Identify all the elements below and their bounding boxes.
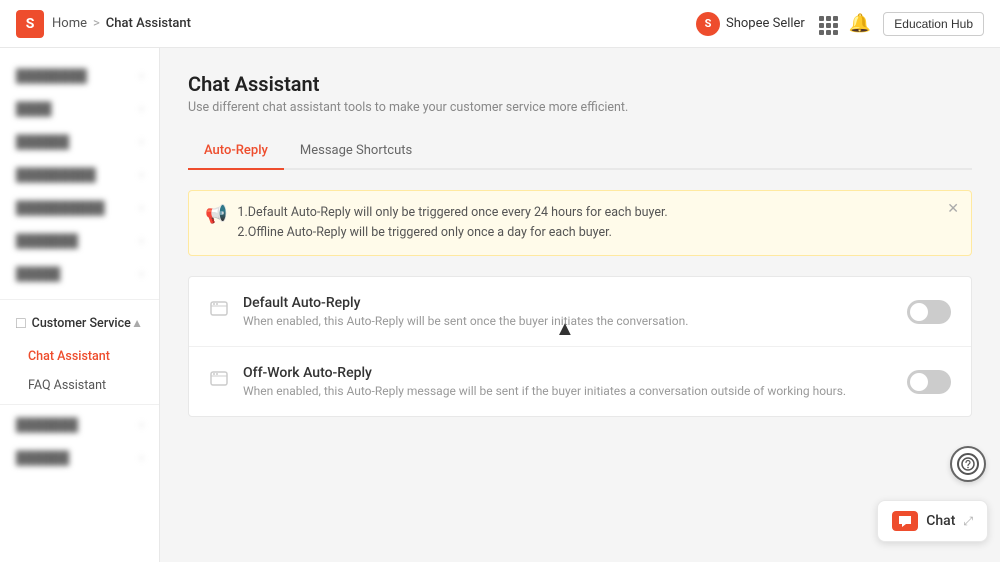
off-work-auto-reply-desc: When enabled, this Auto-Reply message wi… — [243, 384, 907, 398]
sidebar-divider-2 — [0, 404, 159, 405]
alert-line-1: 1.Default Auto-Reply will only be trigge… — [237, 203, 667, 223]
sidebar-item-blurred-7[interactable]: █████› — [0, 258, 159, 291]
header-right: S Shopee Seller 🔔 Education Hub — [696, 12, 984, 36]
shopee-logo[interactable]: S — [16, 10, 44, 38]
header: S Home > Chat Assistant S Shopee Seller … — [0, 0, 1000, 48]
sidebar-item-blurred-5[interactable]: ██████████› — [0, 192, 159, 225]
off-work-auto-reply-icon — [209, 369, 229, 394]
default-auto-reply-row: Default Auto-Reply When enabled, this Au… — [189, 277, 971, 347]
chat-assistant-label: Chat Assistant — [28, 349, 110, 364]
tab-auto-reply[interactable]: Auto-Reply — [188, 135, 284, 170]
tabs: Auto-Reply Message Shortcuts — [188, 135, 972, 170]
layout: ████████› ████› ██████› █████████› █████… — [0, 48, 1000, 562]
alert-text: 1.Default Auto-Reply will only be trigge… — [237, 203, 667, 243]
off-work-auto-reply-row: Off-Work Auto-Reply When enabled, this A… — [189, 347, 971, 416]
sidebar-item-blurred-2[interactable]: ████› — [0, 93, 159, 126]
breadcrumb-separator: > — [93, 16, 100, 31]
sidebar-top-section: ████████› ████› ██████› █████████› █████… — [0, 56, 159, 295]
sidebar-divider — [0, 299, 159, 300]
section-collapse-icon: ▲ — [131, 316, 143, 330]
seller-label: Shopee Seller — [726, 16, 805, 31]
breadcrumb: Home > Chat Assistant — [52, 16, 191, 31]
sidebar-item-blurred-9[interactable]: ██████› — [0, 442, 159, 475]
shopee-seller-badge: S Shopee Seller — [696, 12, 805, 36]
customer-service-icon: □ — [16, 313, 26, 333]
seller-icon: S — [696, 12, 720, 36]
chat-fab-icon — [892, 511, 918, 531]
sidebar-item-blurred-8[interactable]: ███████› — [0, 409, 159, 442]
page-title: Chat Assistant — [188, 72, 972, 96]
apps-grid-icon[interactable] — [817, 14, 837, 34]
default-auto-reply-info: Default Auto-Reply When enabled, this Au… — [243, 295, 907, 328]
help-fab-inner-icon — [957, 453, 979, 475]
sidebar: ████████› ████› ██████› █████████› █████… — [0, 48, 160, 562]
tab-message-shortcuts[interactable]: Message Shortcuts — [284, 135, 428, 170]
page-subtitle: Use different chat assistant tools to ma… — [188, 100, 972, 115]
help-fab-button[interactable] — [950, 446, 986, 482]
customer-service-label: Customer Service — [32, 316, 131, 331]
breadcrumb-current: Chat Assistant — [106, 16, 191, 31]
main-content: Chat Assistant Use different chat assist… — [160, 48, 1000, 562]
faq-assistant-label: FAQ Assistant — [28, 378, 106, 393]
sidebar-item-blurred-6[interactable]: ███████› — [0, 225, 159, 258]
sidebar-item-faq-assistant[interactable]: FAQ Assistant — [0, 371, 159, 400]
default-auto-reply-desc: When enabled, this Auto-Reply will be se… — [243, 314, 907, 328]
alert-line-2: 2.Offline Auto-Reply will be triggered o… — [237, 223, 667, 243]
education-hub-button[interactable]: Education Hub — [883, 12, 984, 36]
sidebar-item-chat-assistant[interactable]: Chat Assistant — [0, 342, 159, 371]
notification-bell-icon[interactable]: 🔔 — [849, 13, 871, 34]
home-link[interactable]: Home — [52, 16, 87, 31]
auto-reply-cards: Default Auto-Reply When enabled, this Au… — [188, 276, 972, 417]
default-auto-reply-title: Default Auto-Reply — [243, 295, 907, 311]
default-auto-reply-icon — [209, 299, 229, 324]
off-work-auto-reply-info: Off-Work Auto-Reply When enabled, this A… — [243, 365, 907, 398]
default-auto-reply-toggle[interactable] — [907, 300, 951, 324]
chat-fab-label: Chat — [926, 513, 955, 529]
chat-fab-expand-icon: ⤢ — [963, 514, 973, 529]
sidebar-item-blurred-3[interactable]: ██████› — [0, 126, 159, 159]
chat-fab-button[interactable]: Chat ⤢ — [877, 500, 988, 542]
sidebar-item-blurred-1[interactable]: ████████› — [0, 60, 159, 93]
sidebar-customer-service-section[interactable]: □ Customer Service ▲ — [0, 304, 159, 342]
off-work-auto-reply-toggle[interactable] — [907, 370, 951, 394]
header-left: S Home > Chat Assistant — [16, 10, 191, 38]
off-work-auto-reply-title: Off-Work Auto-Reply — [243, 365, 907, 381]
sidebar-item-blurred-4[interactable]: █████████› — [0, 159, 159, 192]
alert-banner: 📢 1.Default Auto-Reply will only be trig… — [188, 190, 972, 256]
alert-megaphone-icon: 📢 — [205, 204, 227, 225]
alert-close-button[interactable]: ✕ — [947, 201, 959, 217]
